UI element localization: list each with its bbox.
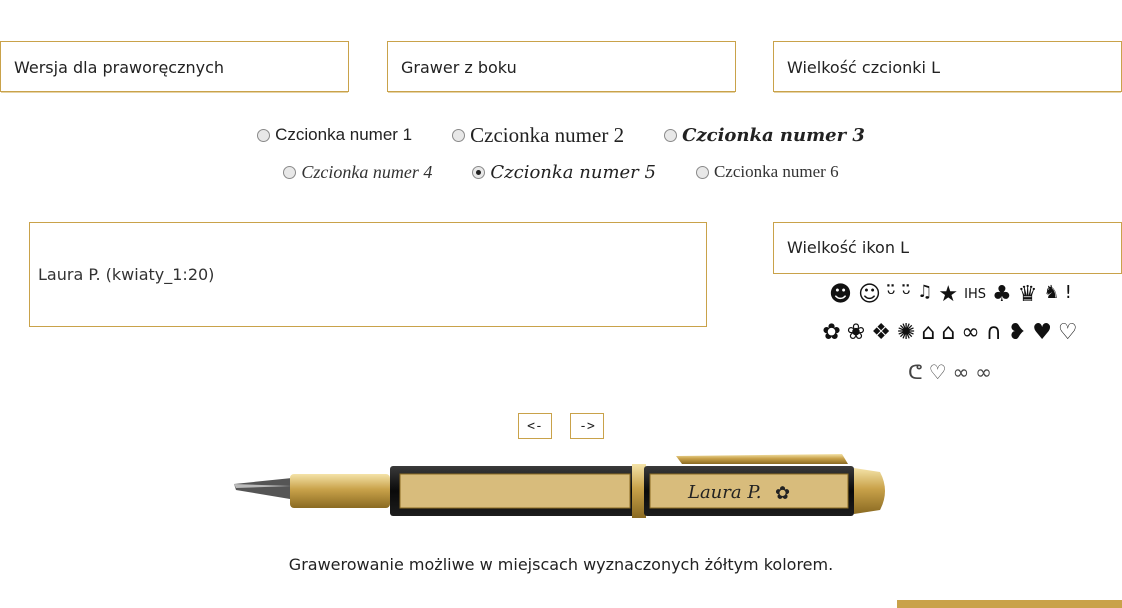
four-leaf-clover-icon[interactable]: ♣: [992, 282, 1012, 308]
heart-outline-icon[interactable]: ♡: [1058, 320, 1078, 345]
heart-swirl-icon[interactable]: ᕦ: [908, 360, 923, 384]
prev-button[interactable]: <-: [518, 413, 552, 439]
icon-row-1: ☻ ☺ ᵕ̈ ᵕ̈ ♫ ★ IHS ♣ ♛ ♞ ǃ: [778, 282, 1122, 308]
font-option-5-label: Czcionka numer 5: [490, 161, 656, 183]
hand-version-value: Wersja dla praworęcznych: [14, 58, 225, 77]
font-option-5-radio[interactable]: [472, 165, 486, 179]
rose-icon[interactable]: ✿: [822, 320, 840, 345]
font-option-1-label: Czcionka numer 1: [275, 125, 413, 144]
engrave-area-barrel: [399, 473, 631, 509]
grin-wide-icon[interactable]: ᵕ̈: [902, 282, 911, 308]
horseshoe-icon[interactable]: ∩: [986, 320, 1002, 345]
font-option-2-radio[interactable]: [452, 128, 466, 142]
infinity-icon[interactable]: ∞: [953, 360, 970, 384]
font-option-5[interactable]: Czcionka numer 5: [472, 162, 656, 183]
wedding-rings-icon[interactable]: ∞: [961, 320, 979, 345]
font-size-value: Wielkość czcionki L: [787, 58, 940, 77]
add-to-cart-button-edge[interactable]: [897, 600, 1122, 608]
engraving-position-select[interactable]: Grawer z boku: [387, 41, 736, 93]
font-option-1[interactable]: Czcionka numer 1: [257, 125, 412, 145]
pen-grip: [290, 474, 390, 508]
hand-version-select[interactable]: Wersja dla praworęcznych: [0, 41, 349, 93]
next-button[interactable]: ->: [570, 413, 604, 439]
pen-nib: [234, 478, 296, 500]
paw-icon[interactable]: ❖: [871, 320, 891, 345]
engraving-text-input[interactable]: Laura P. (kwiaty_1:20): [29, 222, 707, 327]
icon-row-3: ᕦ ♡ ∞ ∞: [778, 360, 1122, 384]
font-size-select[interactable]: Wielkość czcionki L: [773, 41, 1122, 93]
pointer-icon[interactable]: ǃ: [1066, 282, 1071, 308]
font-options-row-1: Czcionka numer 1 Czcionka numer 2 Czcion…: [0, 122, 1122, 148]
heart-half-icon[interactable]: ❥: [1008, 320, 1026, 345]
font-options-row-2: Czcionka numer 4 Czcionka numer 5 Czcion…: [0, 159, 1122, 185]
pen-clip: [676, 454, 848, 464]
icon-row-2: ✿ ❀ ❖ ✺ ⌂ ⌂ ∞ ∩ ❥ ♥ ♡: [778, 320, 1122, 345]
infinity-2-icon[interactable]: ∞: [975, 360, 992, 384]
rose-icon: ✿: [775, 483, 790, 504]
pen-cap-end: [854, 468, 885, 514]
double-heart-icon[interactable]: ♡: [929, 360, 947, 384]
font-option-6-radio[interactable]: [695, 165, 709, 179]
cat-icon[interactable]: ♞: [1043, 282, 1059, 308]
pen-center-ring: [632, 464, 646, 518]
font-option-6[interactable]: Czcionka numer 6: [695, 162, 839, 182]
font-option-3[interactable]: Czcionka numer 3: [664, 125, 865, 146]
icon-size-select[interactable]: Wielkość ikon L: [773, 222, 1122, 274]
pen-preview: Laura P. ✿: [234, 454, 885, 518]
font-option-2[interactable]: Czcionka numer 2: [452, 123, 624, 148]
engraving-position-value: Grawer z boku: [401, 58, 517, 77]
smiley-face-outline-icon[interactable]: ☺: [858, 282, 881, 308]
font-option-3-label: Czcionka numer 3: [682, 124, 865, 146]
prev-button-label: <-: [527, 418, 543, 434]
graduation-cap-2-icon[interactable]: ⌂: [941, 320, 955, 345]
engraving-preview-text: Laura P.: [687, 482, 762, 503]
font-option-4-radio[interactable]: [283, 165, 297, 179]
smiley-face-icon[interactable]: ☻: [829, 282, 852, 308]
font-option-6-label: Czcionka numer 6: [713, 162, 839, 181]
engraving-note: Grawerowanie możliwe w miejscach wyznacz…: [288, 555, 834, 574]
font-option-4-label: Czcionka numer 4: [301, 161, 433, 182]
sun-badge-icon[interactable]: ✺: [897, 320, 915, 345]
engraving-text-value: Laura P. (kwiaty_1:20): [38, 265, 215, 284]
heart-icon[interactable]: ♥: [1032, 320, 1052, 345]
font-option-4[interactable]: Czcionka numer 4: [283, 162, 432, 183]
crown-icon[interactable]: ♛: [1018, 282, 1038, 308]
font-option-3-radio[interactable]: [664, 128, 678, 142]
font-option-2-label: Czcionka numer 2: [470, 122, 625, 147]
rose-bud-icon[interactable]: ❀: [847, 320, 865, 345]
graduation-cap-icon[interactable]: ⌂: [921, 320, 935, 345]
music-notes-icon[interactable]: ♫: [917, 282, 932, 308]
star-icon[interactable]: ★: [938, 282, 958, 308]
font-option-1-radio[interactable]: [257, 128, 271, 142]
ihs-monogram-icon[interactable]: IHS: [964, 282, 986, 308]
grin-icon[interactable]: ᵕ̈: [887, 282, 896, 308]
next-button-label: ->: [579, 418, 595, 434]
icon-size-value: Wielkość ikon L: [787, 238, 909, 257]
